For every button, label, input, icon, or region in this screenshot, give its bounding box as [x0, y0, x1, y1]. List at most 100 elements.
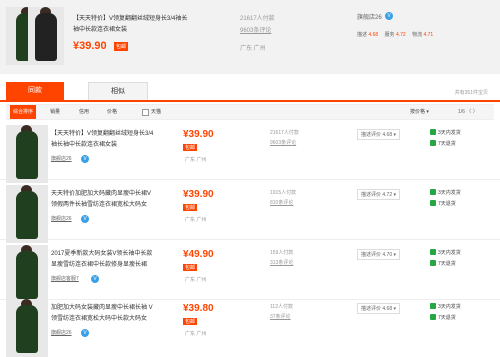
- shield-icon: [430, 200, 436, 206]
- product-title[interactable]: 加肥加大码女装藏肉显瘦中长裙长袖 V领雪纺连衣裙宽松大码中长款大码女: [51, 303, 156, 325]
- shop-name-link[interactable]: 旗舰店26: [51, 215, 72, 222]
- guarantee-ship: 3天内发货: [430, 129, 461, 136]
- total-count: 共有351件宝贝: [454, 90, 488, 96]
- product-price: ¥49.90: [183, 249, 214, 260]
- dress-shape: [35, 13, 57, 61]
- sold-count: 159人付款: [270, 250, 294, 256]
- list-item[interactable]: 天天特价加肥加大码藏肉显瘦中长裙V领假两件长袖雪纺连衣裙宽松大码女 旗舰店26 …: [0, 179, 500, 243]
- verified-icon: V: [91, 275, 99, 283]
- free-shipping-badge: 包邮: [183, 318, 198, 325]
- comment-count-link[interactable]: 810条评论: [270, 199, 293, 206]
- source-product-panel: 【天天特价】V领复翻翻丝绒短身长3/4袖长袖中长款连衣裙女装 ¥39.90 包邮…: [0, 0, 500, 74]
- filter-tmall-label: 天猫: [151, 109, 162, 115]
- comment-count-link[interactable]: 313条评论: [270, 259, 293, 266]
- product-price: ¥39.90: [183, 189, 214, 200]
- comment-count-link[interactable]: 37条评论: [270, 313, 291, 320]
- verified-icon: V: [81, 155, 89, 163]
- guarantee-label: 7天退货: [438, 141, 456, 147]
- verified-icon: V: [385, 12, 393, 20]
- free-shipping-badge: 包邮: [183, 204, 198, 211]
- rating-value: 4.71: [423, 32, 434, 38]
- shield-icon: [430, 140, 436, 146]
- shield-icon: [430, 314, 436, 320]
- comment-count-link[interactable]: 9603条评论: [270, 139, 296, 146]
- free-shipping-badge: 包邮: [114, 42, 129, 51]
- list-item[interactable]: 加肥加大码女装藏肉显瘦中长裙长袖 V领雪纺连衣裙宽松大码中长款大码女 旗舰店26…: [0, 293, 500, 357]
- ship-location: 广东 广州: [185, 277, 207, 283]
- guarantee-ship: 3天内发货: [430, 303, 461, 310]
- product-price: ¥39.80: [183, 303, 214, 314]
- list-item[interactable]: 【天天特价】V领复翻翻丝绒短身长3/4袖长袖中长款连衣裙女装 旗舰店26 V ¥…: [0, 119, 500, 183]
- rating-label: 服务: [384, 32, 395, 38]
- result-tabs: 同款 相似: [0, 82, 500, 102]
- sort-credit[interactable]: 信用: [79, 105, 89, 119]
- free-shipping-badge: 包邮: [183, 144, 198, 151]
- guarantee-return: 7天退货: [430, 200, 456, 207]
- verified-icon: V: [81, 215, 89, 223]
- ship-location: 广东 广州: [240, 46, 266, 52]
- tab-same-style[interactable]: 同款: [6, 82, 64, 100]
- shop-name-link[interactable]: 旗舰店客服7: [51, 275, 79, 282]
- comment-count-link[interactable]: 9603条评论: [240, 25, 271, 34]
- sort-sales[interactable]: 销量: [50, 105, 60, 119]
- rating-label: 描述: [357, 32, 368, 38]
- sold-count: 21617人付款: [240, 16, 275, 22]
- product-title[interactable]: 【天天特价】V领复翻翻丝绒短身长3/4袖长袖中长款连衣裙女装: [73, 14, 193, 36]
- sold-count: 21617人付款: [270, 130, 299, 136]
- rating-dropdown[interactable]: 描述评价 4.68 ▾: [357, 303, 401, 314]
- free-shipping-badge: 包邮: [183, 264, 198, 271]
- shield-icon: [430, 260, 436, 266]
- product-image[interactable]: [6, 299, 48, 357]
- product-title[interactable]: 【天天特价】V领复翻翻丝绒短身长3/4袖长袖中长款连衣裙女装: [51, 129, 156, 151]
- shop-name-link[interactable]: 旗舰店26: [51, 155, 72, 162]
- verified-icon: V: [81, 329, 89, 337]
- sort-select[interactable]: 按价格 ▾: [410, 108, 429, 115]
- ship-location: 广东 广州: [185, 157, 207, 163]
- rating-dropdown[interactable]: 描述评价 4.72 ▾: [357, 189, 401, 200]
- product-price: ¥39.90: [73, 40, 107, 52]
- dress-shape: [16, 305, 38, 353]
- shield-icon: [430, 249, 436, 255]
- shield-icon: [430, 303, 436, 309]
- guarantee-label: 3天内发货: [438, 190, 461, 196]
- product-title[interactable]: 2017夏季新款大码女装V领长袖中长款显瘦雪纺连衣裙中长款修身显瘦长裙: [51, 249, 156, 271]
- list-item[interactable]: 2017夏季新款大码女装V领长袖中长款显瘦雪纺连衣裙中长款修身显瘦长裙 旗舰店客…: [0, 239, 500, 303]
- guarantee-label: 7天退货: [438, 201, 456, 207]
- shield-icon: [430, 189, 436, 195]
- guarantee-ship: 3天内发货: [430, 189, 461, 196]
- guarantee-label: 3天内发货: [438, 130, 461, 136]
- product-image[interactable]: [6, 125, 48, 183]
- tab-similar[interactable]: 相似: [88, 82, 148, 100]
- dress-shape: [16, 191, 38, 239]
- shop-ratings: 描述 4.68 服务 4.72 物流 4.71: [357, 31, 438, 38]
- rating-dropdown[interactable]: 描述评价 4.70 ▾: [357, 249, 401, 260]
- guarantee-label: 7天退货: [438, 261, 456, 267]
- pager[interactable]: 1/6 〈 〉: [458, 105, 478, 119]
- shop-name-link[interactable]: 旗舰店26: [51, 329, 72, 336]
- guarantee-return: 7天退货: [430, 140, 456, 147]
- rating-label: 物流: [412, 32, 423, 38]
- product-price: ¥39.90: [183, 129, 214, 140]
- shield-icon: [430, 129, 436, 135]
- ship-location: 广东 广州: [185, 217, 207, 223]
- dress-shape: [16, 131, 38, 179]
- ship-location: 广东 广州: [185, 331, 207, 337]
- product-image-black[interactable]: [28, 7, 64, 65]
- sort-bar: 综合排序 销量 信用 价格 天猫 按价格 ▾ 1/6 〈 〉: [6, 104, 494, 120]
- shop-name-link[interactable]: 旗舰店26: [357, 12, 382, 21]
- sort-price[interactable]: 价格: [107, 105, 117, 119]
- rating-dropdown[interactable]: 描述评价 4.68 ▾: [357, 129, 401, 140]
- rating-value: 4.68: [368, 32, 379, 38]
- guarantee-return: 7天退货: [430, 314, 456, 321]
- guarantee-label: 3天内发货: [438, 250, 461, 256]
- guarantee-ship: 3天内发货: [430, 249, 461, 256]
- sold-count: 1915人付款: [270, 190, 297, 196]
- guarantee-return: 7天退货: [430, 260, 456, 267]
- rating-value: 4.72: [395, 32, 406, 38]
- tmall-checkbox[interactable]: [142, 109, 149, 116]
- product-image[interactable]: [6, 185, 48, 243]
- product-title[interactable]: 天天特价加肥加大码藏肉显瘦中长裙V领假两件长袖雪纺连衣裙宽松大码女: [51, 189, 156, 211]
- sold-count: 112人付款: [270, 304, 293, 310]
- guarantee-label: 3天内发货: [438, 304, 461, 310]
- sort-default[interactable]: 综合排序: [10, 105, 37, 119]
